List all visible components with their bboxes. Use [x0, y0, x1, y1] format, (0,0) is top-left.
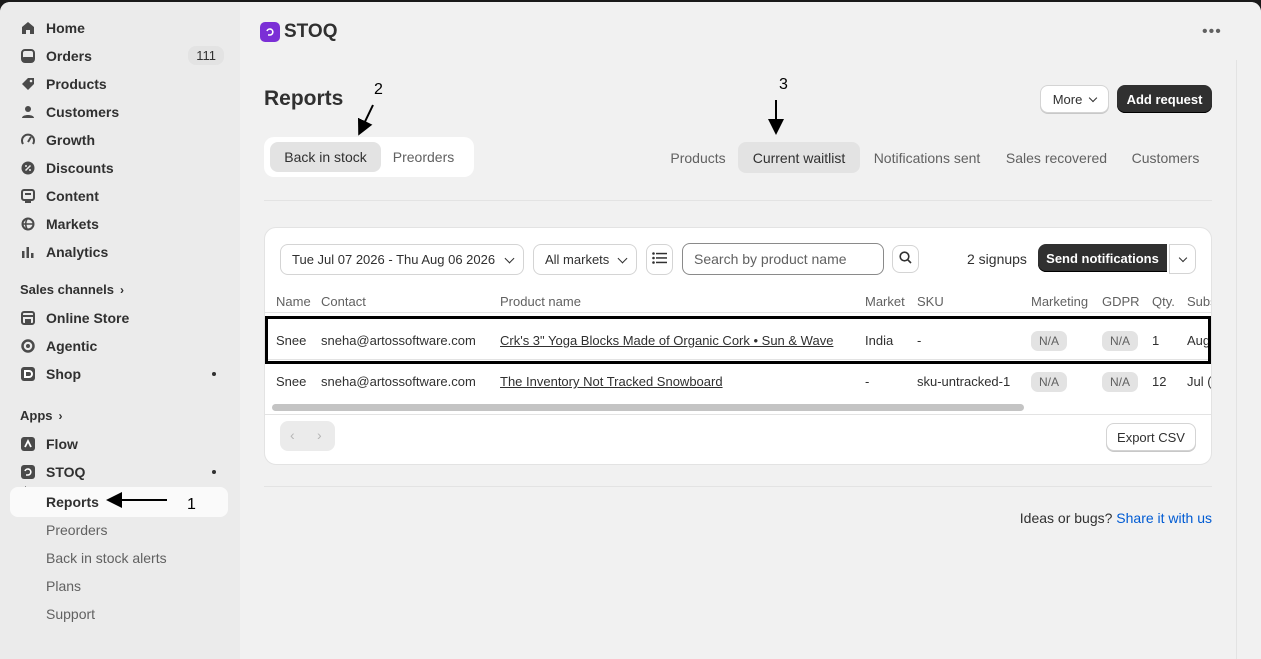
admin-window: Home Orders 111 Products Customers Growt…: [0, 2, 1261, 659]
annotation-number-2: 2: [374, 81, 383, 98]
annotation-arrows: [106, 100, 784, 508]
annotation-number-1: 1: [187, 496, 196, 513]
annotation-number-3: 3: [779, 76, 788, 93]
arrow-2: [357, 104, 374, 136]
